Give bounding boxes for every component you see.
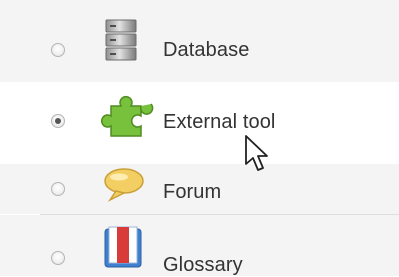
- activity-label-glossary: Glossary: [163, 254, 243, 276]
- mouse-pointer-icon: [244, 134, 270, 179]
- activity-option-external-tool[interactable]: External tool: [0, 82, 399, 164]
- radio-database[interactable]: [51, 43, 65, 57]
- activity-label-external-tool: External tool: [163, 111, 276, 133]
- book-icon: [103, 225, 145, 274]
- database-icon: [104, 18, 138, 71]
- activity-chooser-list: Database External tool Forum Glossary: [0, 0, 399, 276]
- activity-label-forum: Forum: [163, 181, 222, 203]
- activity-option-database[interactable]: Database: [0, 0, 399, 82]
- activity-label-database: Database: [163, 39, 250, 61]
- radio-external-tool[interactable]: [51, 114, 65, 128]
- puzzle-piece-icon: [101, 84, 157, 149]
- radio-glossary[interactable]: [51, 251, 65, 265]
- speech-bubble-icon: [102, 166, 146, 207]
- activity-option-glossary[interactable]: Glossary: [0, 215, 399, 276]
- radio-selected-dot: [55, 118, 61, 124]
- radio-forum[interactable]: [51, 182, 65, 196]
- activity-option-forum[interactable]: Forum: [0, 164, 399, 214]
